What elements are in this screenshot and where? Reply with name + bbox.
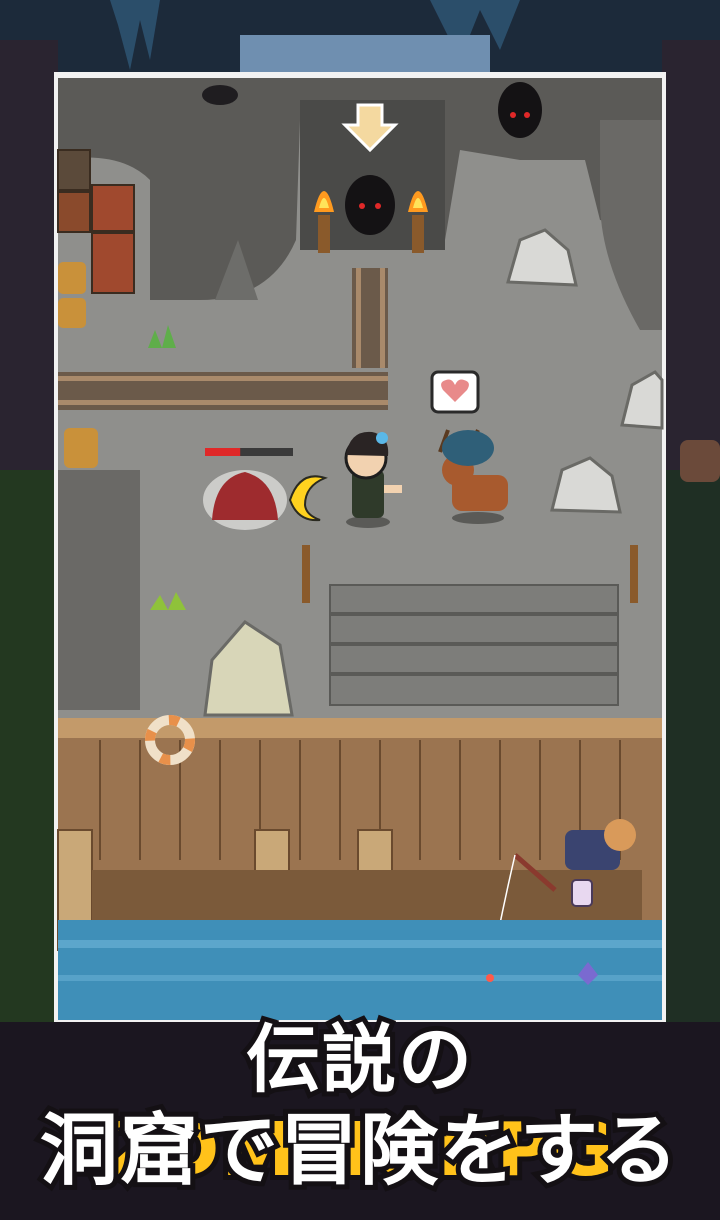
cave-hole-right — [498, 82, 542, 138]
left-tree-trunk — [0, 40, 58, 470]
lamp-post — [630, 545, 638, 603]
right-bush-wall — [662, 470, 720, 1030]
sky-glimpse — [240, 35, 490, 75]
red-eye — [510, 112, 516, 118]
enemy-hp-bar-fill — [205, 448, 241, 456]
honey-jar-icon — [571, 879, 593, 907]
headline-line2: 洞窟で冒険をする — [35, 1101, 683, 1201]
red-eye — [524, 112, 530, 118]
dock-beam — [92, 870, 642, 920]
left-bush-wall — [0, 470, 58, 1030]
cave-hole-center — [345, 175, 395, 235]
red-eye — [375, 203, 381, 209]
right-tree-trunk — [662, 40, 720, 470]
stone-stairs — [329, 584, 619, 706]
water-ripple — [58, 940, 662, 948]
cave-hole-small — [202, 85, 238, 105]
lamp-post — [302, 545, 310, 603]
water-ripple — [58, 975, 662, 981]
heart-emote-icon — [430, 370, 480, 414]
red-eye — [359, 203, 365, 209]
fishing-bobber — [486, 974, 494, 982]
cave-wall-lower-left — [58, 470, 140, 710]
npc-edge — [680, 440, 720, 482]
